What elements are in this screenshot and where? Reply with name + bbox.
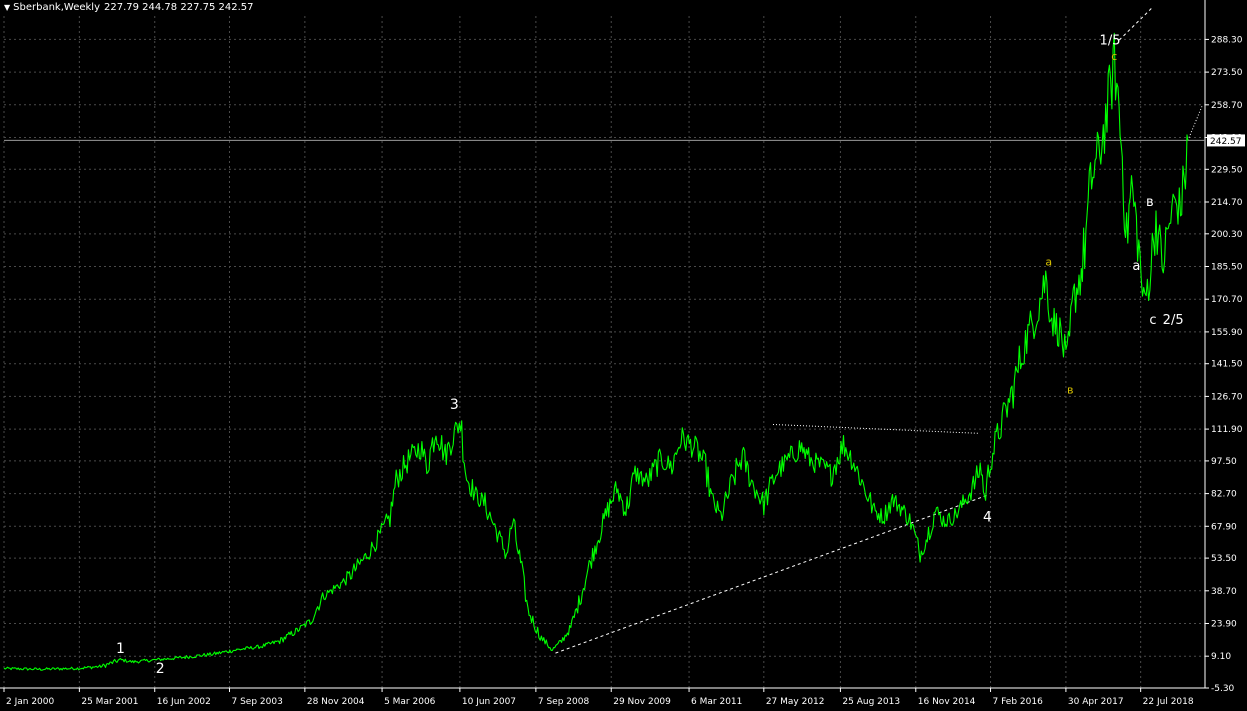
x-tick-label: 27 May 2012 <box>766 697 825 707</box>
price-chart[interactable]: 288.30273.50258.70243.90229.50214.70200.… <box>0 0 1247 711</box>
x-tick-label: 28 Nov 2004 <box>307 697 365 707</box>
y-tick-label: 97.50 <box>1211 457 1237 467</box>
x-tick-label: 16 Jun 2002 <box>157 697 211 707</box>
price-line-series-0 <box>3 32 1189 671</box>
x-tick-label: 6 Mar 2011 <box>691 697 742 707</box>
y-tick-label: 82.70 <box>1211 490 1237 500</box>
y-tick-label: 185.50 <box>1211 263 1243 273</box>
wave-label: 1/5 <box>1100 33 1121 48</box>
wave-label: a <box>1045 255 1052 268</box>
wave-label: 2 <box>156 661 165 677</box>
x-tick-label: 7 Sep 2008 <box>538 697 590 707</box>
y-tick-label: 200.30 <box>1211 230 1243 240</box>
current-price-label: 242.57 <box>1210 137 1242 147</box>
x-tick-label: 30 Apr 2017 <box>1068 697 1124 707</box>
x-tick-label: 10 Jun 2007 <box>462 697 516 707</box>
y-tick-label: 288.30 <box>1211 35 1243 45</box>
y-tick-label: 155.90 <box>1211 328 1243 338</box>
current-price-marker: 242.57 <box>1207 134 1245 147</box>
y-tick-label: 214.70 <box>1211 198 1243 208</box>
wave-label: 1 <box>116 641 125 657</box>
x-tick-label: 7 Feb 2016 <box>993 697 1044 707</box>
wave-labels: 1 2 3 4 1/5 a в c 2/5 a в c <box>116 33 1184 676</box>
x-tick-label: 22 Jul 2018 <box>1143 697 1194 707</box>
wave-label: 4 <box>983 510 992 526</box>
y-tick-label: 111.90 <box>1211 425 1243 435</box>
wave-label: a <box>1132 259 1140 274</box>
wave-label: 3 <box>450 397 459 413</box>
x-tick-label: 16 Nov 2014 <box>918 697 976 707</box>
wave-label: c <box>1111 50 1117 63</box>
trendline <box>1118 6 1154 41</box>
trendline <box>772 423 979 434</box>
y-tick-label: -5.30 <box>1211 684 1235 694</box>
axes: 288.30273.50258.70243.90229.50214.70200.… <box>0 0 1243 707</box>
y-tick-label: 9.10 <box>1211 652 1231 662</box>
y-tick-label: 67.90 <box>1211 522 1237 532</box>
wave-label: 2/5 <box>1163 313 1184 328</box>
wave-label: c <box>1149 313 1156 328</box>
y-tick-label: 126.70 <box>1211 392 1243 402</box>
y-tick-label: 23.90 <box>1211 619 1237 629</box>
x-tick-label: 25 Aug 2013 <box>842 697 900 707</box>
wave-label: в <box>1146 195 1154 210</box>
y-tick-label: 170.70 <box>1211 295 1243 305</box>
price-series <box>3 32 1189 671</box>
x-tick-label: 2 Jan 2000 <box>6 697 54 707</box>
trendlines <box>4 6 1205 654</box>
x-tick-label: 25 Mar 2001 <box>81 697 138 707</box>
y-tick-label: 273.50 <box>1211 68 1243 78</box>
y-tick-label: 141.50 <box>1211 360 1243 370</box>
trendline <box>555 494 988 654</box>
y-tick-label: 53.50 <box>1211 554 1237 564</box>
x-tick-label: 29 Nov 2009 <box>613 697 671 707</box>
wave-label: в <box>1067 384 1073 397</box>
y-tick-label: 229.50 <box>1211 165 1243 175</box>
x-tick-label: 7 Sep 2003 <box>231 697 282 707</box>
trendline <box>1187 106 1203 141</box>
x-tick-label: 5 Mar 2006 <box>384 697 436 707</box>
y-tick-label: 258.70 <box>1211 101 1243 111</box>
y-tick-label: 38.70 <box>1211 587 1237 597</box>
